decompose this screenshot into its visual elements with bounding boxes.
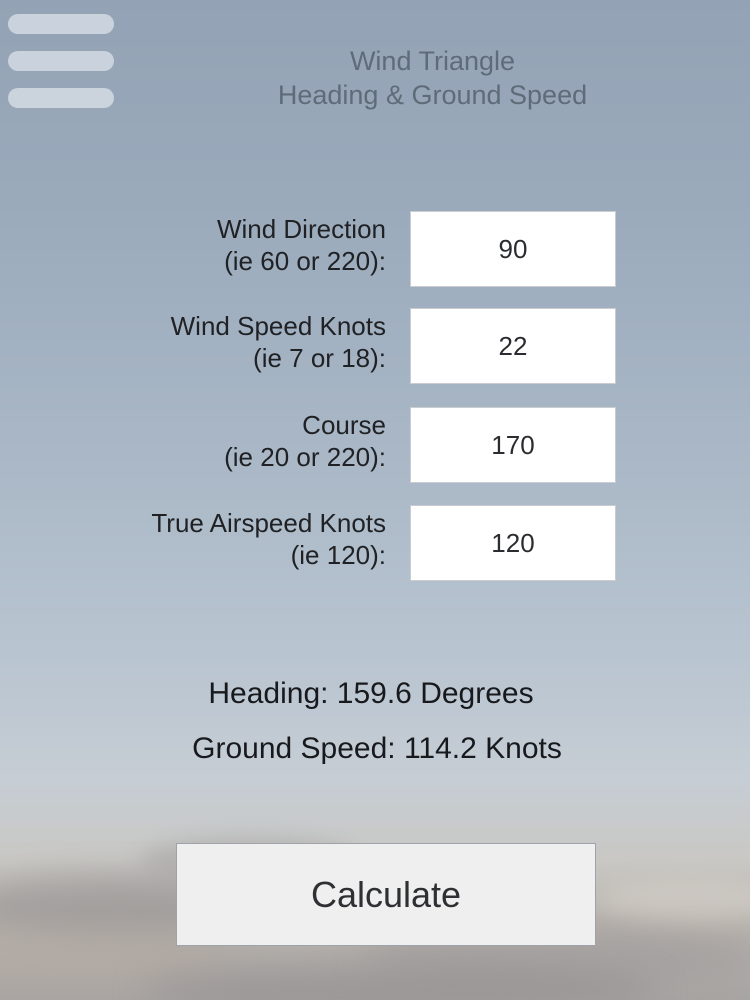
wind-direction-row: Wind Direction (ie 60 or 220): [0,211,750,289]
course-input[interactable] [410,407,616,483]
ground-speed-result: Ground Speed: 114.2 Knots [192,732,562,765]
course-row: Course (ie 20 or 220): [0,407,750,485]
wind-direction-input[interactable] [410,211,616,287]
menu-bar-bottom [8,88,114,108]
wind-speed-label-hint: (ie 7 or 18): [253,343,386,373]
true-airspeed-label-hint: (ie 120): [290,540,386,570]
wind-direction-label: Wind Direction (ie 60 or 220): [217,213,386,277]
wind-speed-label: Wind Speed Knots (ie 7 or 18): [171,310,386,374]
page-subtitle: Heading & Ground Speed [277,80,588,110]
true-airspeed-label-main: True Airspeed Knots [151,508,386,538]
true-airspeed-label: True Airspeed Knots (ie 120): [151,507,386,571]
true-airspeed-input[interactable] [410,505,616,581]
hamburger-menu-icon[interactable] [8,14,116,112]
calculate-button[interactable]: Calculate [176,843,596,946]
course-label-hint: (ie 20 or 220): [224,442,386,472]
menu-bar-middle [8,51,114,71]
wind-direction-label-hint: (ie 60 or 220): [224,246,386,276]
wind-speed-row: Wind Speed Knots (ie 7 or 18): [0,308,750,386]
wind-speed-input[interactable] [410,308,616,384]
menu-bar-top [8,14,114,34]
wind-direction-label-main: Wind Direction [216,214,386,244]
heading-result: Heading: 159.6 Degrees [208,677,534,710]
course-label-main: Course [302,410,386,440]
page-title: Wind Triangle [349,46,516,76]
true-airspeed-row: True Airspeed Knots (ie 120): [0,505,750,583]
course-label: Course (ie 20 or 220): [224,409,386,473]
wind-speed-label-main: Wind Speed Knots [170,311,386,341]
